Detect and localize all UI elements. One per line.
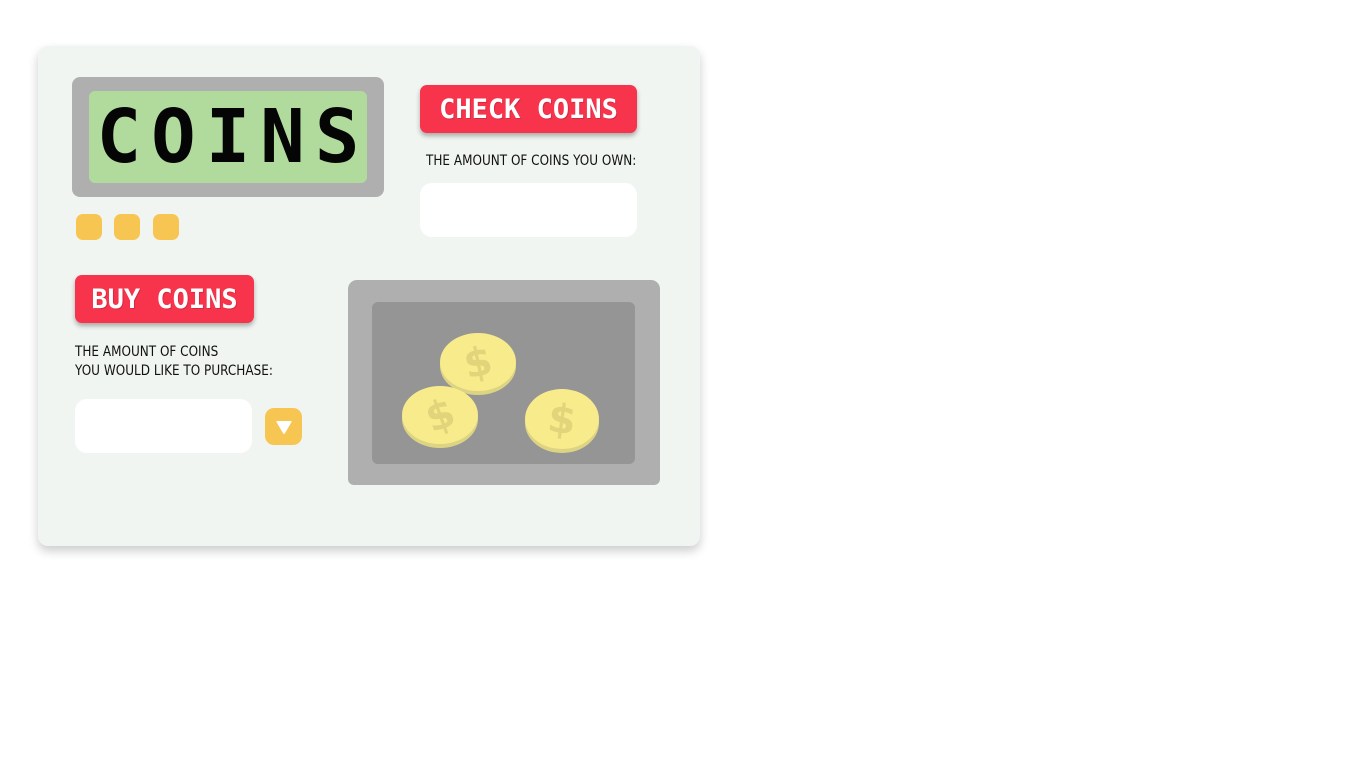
- owned-coins-field[interactable]: [420, 183, 637, 237]
- coin-tray-inner: $ $ $: [372, 302, 635, 464]
- purchase-caption-line-2: YOU WOULD LIKE TO PURCHASE:: [75, 363, 273, 379]
- coin-icon: $: [402, 386, 478, 448]
- indicator-light-1: [76, 214, 102, 240]
- owned-coins-caption: THE AMOUNT OF COINS YOU OWN:: [426, 153, 637, 169]
- chevron-down-icon: [275, 420, 292, 434]
- coin-pile: $ $ $: [402, 333, 599, 453]
- submit-purchase-button[interactable]: [265, 408, 302, 445]
- indicator-light-2: [114, 214, 140, 240]
- indicator-light-3: [153, 214, 179, 240]
- display-frame: COINS: [72, 77, 384, 197]
- check-coins-button[interactable]: CHECK COINS: [420, 85, 637, 133]
- coin-icon: $: [440, 333, 516, 395]
- buy-coins-button[interactable]: BUY COINS: [75, 275, 254, 323]
- purchase-caption-line-1: THE AMOUNT OF COINS: [75, 344, 219, 360]
- purchase-caption: THE AMOUNT OF COINS YOU WOULD LIKE TO PU…: [75, 343, 273, 381]
- display-screen: COINS: [89, 91, 367, 183]
- coin-machine-panel: COINS CHECK COINS THE AMOUNT OF COINS YO…: [38, 46, 700, 546]
- coin-tray: $ $ $: [348, 280, 660, 485]
- coin-icon: $: [525, 389, 599, 453]
- display-text: COINS: [96, 94, 370, 180]
- purchase-amount-input[interactable]: [75, 399, 252, 453]
